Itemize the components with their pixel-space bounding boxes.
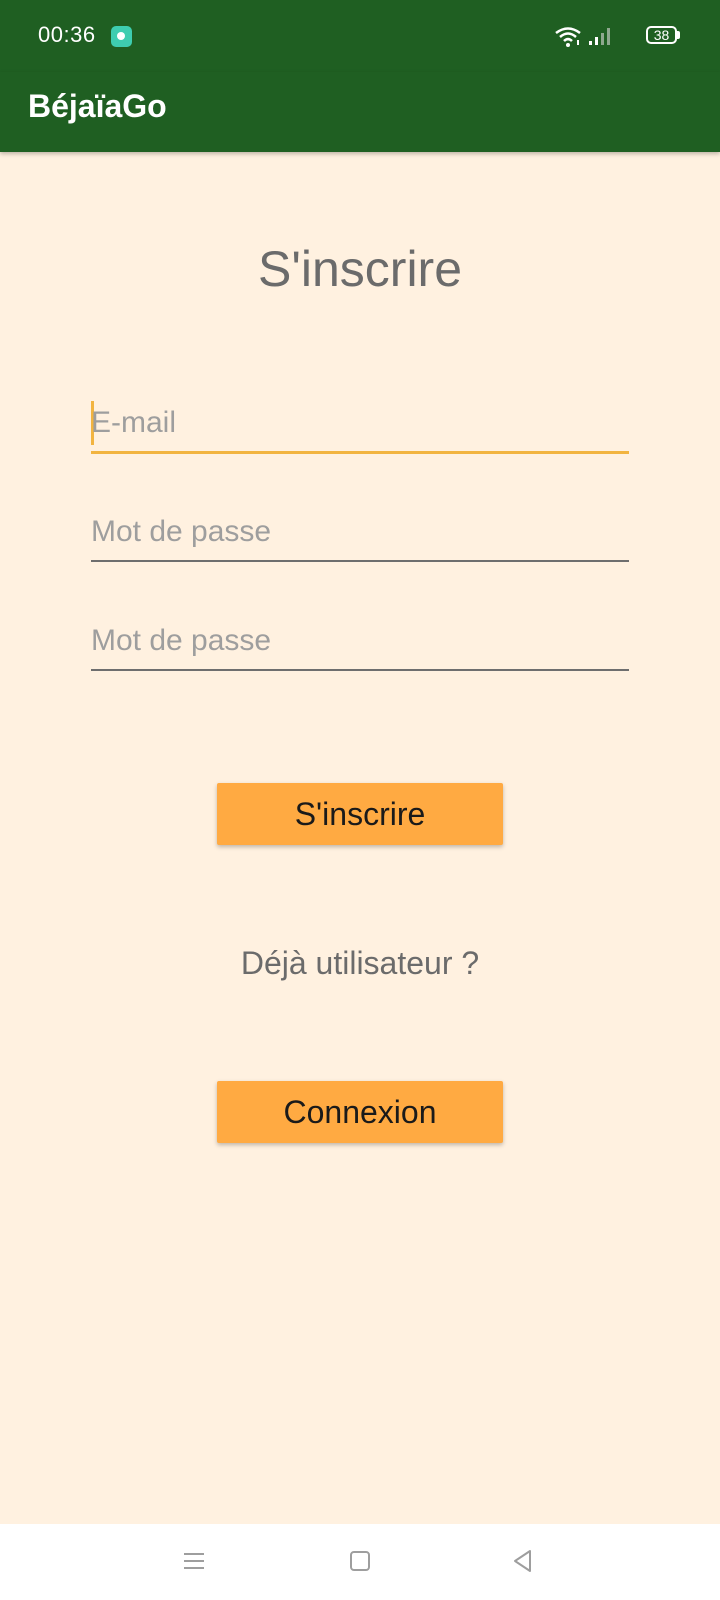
email-field[interactable] — [91, 398, 629, 454]
email-input[interactable] — [91, 401, 629, 445]
app-bar: BéjaïaGo — [0, 72, 720, 152]
wifi-icon — [555, 27, 581, 47]
already-user-text: Déjà utilisateur ? — [240, 945, 480, 981]
status-bar: 00:36 38 — [0, 0, 720, 72]
battery-level: 38 — [646, 26, 677, 44]
confirm-password-field[interactable] — [91, 615, 629, 671]
menu-icon[interactable] — [179, 1546, 209, 1576]
battery-tip — [677, 31, 680, 39]
status-time: 00:36 — [38, 22, 96, 47]
password-field[interactable] — [91, 506, 629, 562]
app-notification-icon — [111, 26, 132, 47]
app-title: BéjaïaGo — [28, 88, 167, 124]
login-button[interactable]: Connexion — [217, 1081, 503, 1143]
register-button[interactable]: S'inscrire — [217, 783, 503, 845]
back-icon[interactable] — [508, 1546, 538, 1576]
battery-icon: 38 — [646, 26, 682, 48]
page-title: S'inscrire — [257, 241, 463, 297]
confirm-password-input[interactable] — [91, 619, 629, 663]
navigation-bar — [0, 1524, 720, 1600]
signal-icon — [589, 28, 610, 45]
password-input[interactable] — [91, 510, 629, 554]
home-icon[interactable] — [345, 1546, 375, 1576]
